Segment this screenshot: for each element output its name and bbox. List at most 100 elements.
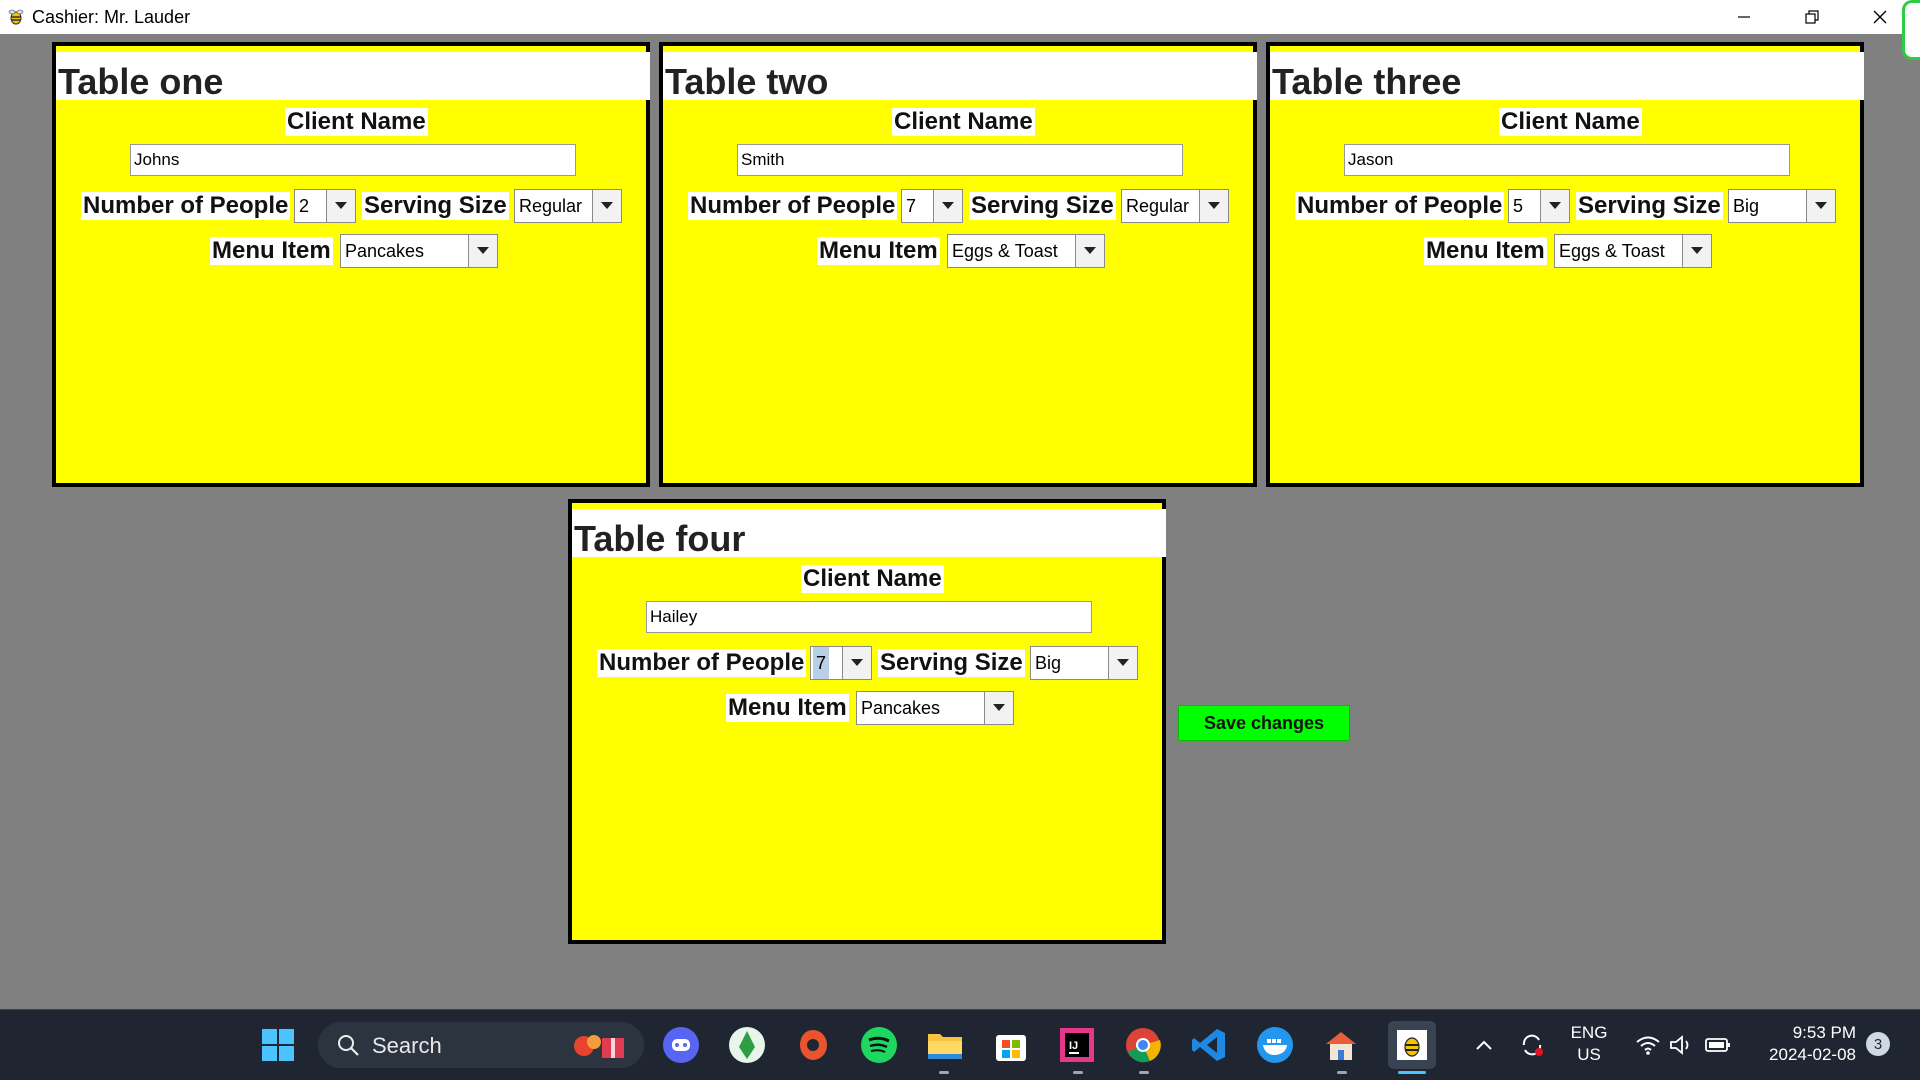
menu-item-label: Menu Item [817, 237, 940, 265]
chevron-down-icon [1540, 190, 1569, 222]
show-hidden-icons-button[interactable] [1464, 1025, 1504, 1065]
running-indicator [939, 1071, 949, 1074]
volume-status[interactable] [1662, 1025, 1702, 1065]
intellij-icon: IJ [1060, 1028, 1094, 1062]
taskbar-file-explorer[interactable] [925, 1025, 965, 1065]
taskbar: Search IJ ENG US 9:53 PM 2024-02-08 3 [0, 1009, 1920, 1080]
serving-size-select[interactable]: Big [1030, 646, 1138, 680]
taskbar-chrome[interactable] [1123, 1025, 1163, 1065]
speaker-icon [1670, 1035, 1689, 1055]
table-three-panel: Table three Client Name Jason Number of … [1266, 42, 1864, 487]
vscode-icon [1192, 1029, 1225, 1061]
select-value: Pancakes [345, 241, 425, 261]
taskbar-docker[interactable] [1255, 1025, 1295, 1065]
store-icon [996, 1035, 1026, 1061]
serving-size-select[interactable]: Regular [514, 189, 622, 223]
menu-item-label: Menu Item [210, 237, 333, 265]
chevron-down-icon [1806, 190, 1835, 222]
serving-size-label: Serving Size [362, 192, 509, 220]
chevron-down-icon [592, 190, 621, 222]
taskbar-app-green[interactable] [727, 1025, 767, 1065]
taskbar-discord[interactable] [661, 1025, 701, 1065]
chrome-icon [1126, 1028, 1161, 1063]
region-code: US [1577, 1045, 1601, 1064]
clock[interactable]: 9:53 PM 2024-02-08 [1744, 1022, 1856, 1066]
serving-size-select[interactable]: Big [1728, 189, 1836, 223]
app-bee-icon [8, 9, 24, 25]
save-changes-button[interactable]: Save changes [1178, 705, 1350, 741]
restore-button[interactable] [1778, 0, 1846, 34]
svg-text:IJ: IJ [1069, 1040, 1078, 1052]
chevron-down-icon [984, 692, 1013, 724]
discord-icon [663, 1027, 699, 1063]
select-value: Big [1035, 653, 1062, 673]
language-indicator[interactable]: ENG US [1562, 1022, 1616, 1066]
battery-icon [1705, 1038, 1730, 1052]
gift-icon [574, 1035, 624, 1058]
taskbar-vscode[interactable] [1189, 1025, 1229, 1065]
sync-status-button[interactable] [1512, 1025, 1552, 1065]
taskbar-app-orange[interactable] [793, 1025, 833, 1065]
serving-size-select[interactable]: Regular [1121, 189, 1229, 223]
client-name-input[interactable]: Smith [737, 144, 1183, 176]
taskbar-app-house[interactable] [1321, 1025, 1361, 1065]
number-of-people-label: Number of People [597, 649, 807, 677]
taskbar-search[interactable]: Search [318, 1022, 644, 1068]
menu-item-select[interactable]: Pancakes [856, 691, 1014, 725]
taskbar-microsoft-store[interactable] [991, 1025, 1031, 1065]
chevron-up-icon [1476, 1040, 1492, 1050]
panel-title: Table one [58, 61, 224, 102]
menu-item-select[interactable]: Eggs & Toast [947, 234, 1105, 268]
taskbar-spotify[interactable] [859, 1025, 899, 1065]
client-name-label: Client Name [801, 565, 944, 593]
select-value: Pancakes [861, 698, 941, 718]
client-name-input[interactable]: Hailey [646, 601, 1092, 633]
serving-size-label: Serving Size [969, 192, 1116, 220]
running-indicator [1337, 1071, 1347, 1074]
battery-status[interactable] [1698, 1025, 1738, 1065]
windows-start-icon [262, 1029, 294, 1061]
minimize-button[interactable] [1710, 0, 1778, 34]
select-value: 2 [299, 196, 310, 216]
menu-item-select[interactable]: Eggs & Toast [1554, 234, 1712, 268]
bee-app-icon [1397, 1030, 1427, 1060]
number-of-people-select[interactable]: 5 [1508, 189, 1570, 223]
client-name-input[interactable]: Johns [130, 144, 576, 176]
serving-size-label: Serving Size [1576, 192, 1723, 220]
number-of-people-select[interactable]: 7 [901, 189, 963, 223]
panel-header: Table one [56, 52, 650, 100]
close-icon [1873, 10, 1887, 24]
client-name-input[interactable]: Jason [1344, 144, 1790, 176]
client-name-label: Client Name [892, 108, 1035, 136]
start-button[interactable] [258, 1025, 298, 1065]
panel-header: Table three [1270, 52, 1864, 100]
restore-icon [1805, 10, 1819, 24]
client-name-label: Client Name [285, 108, 428, 136]
notification-badge[interactable]: 3 [1866, 1032, 1890, 1056]
search-icon [338, 1035, 359, 1056]
select-value: Eggs & Toast [952, 241, 1058, 261]
serving-size-label: Serving Size [878, 649, 1025, 677]
active-indicator [1398, 1071, 1426, 1074]
taskbar-intellij[interactable]: IJ [1057, 1025, 1097, 1065]
leaf-app-icon [729, 1027, 765, 1063]
select-value: 7 [906, 196, 917, 216]
side-widget-tab[interactable] [1902, 0, 1920, 60]
chevron-down-icon [842, 647, 871, 679]
window-title: Cashier: Mr. Lauder [32, 7, 191, 27]
language-code: ENG [1570, 1023, 1608, 1042]
taskbar-cashier-app[interactable] [1388, 1021, 1436, 1069]
table-two-panel: Table two Client Name Smith Number of Pe… [659, 42, 1257, 487]
select-value: 5 [1513, 196, 1524, 216]
menu-item-select[interactable]: Pancakes [340, 234, 498, 268]
panel-title: Table four [574, 518, 746, 559]
menu-item-label: Menu Item [1424, 237, 1547, 265]
number-of-people-select[interactable]: 7 [810, 646, 872, 680]
title-bar: Cashier: Mr. Lauder [0, 0, 1920, 34]
panel-title: Table three [1272, 61, 1462, 102]
wifi-icon [1636, 1036, 1660, 1055]
clock-date: 2024-02-08 [1769, 1045, 1856, 1064]
number-of-people-select[interactable]: 2 [294, 189, 356, 223]
chevron-down-icon [1199, 190, 1228, 222]
menu-item-label: Menu Item [726, 694, 849, 722]
